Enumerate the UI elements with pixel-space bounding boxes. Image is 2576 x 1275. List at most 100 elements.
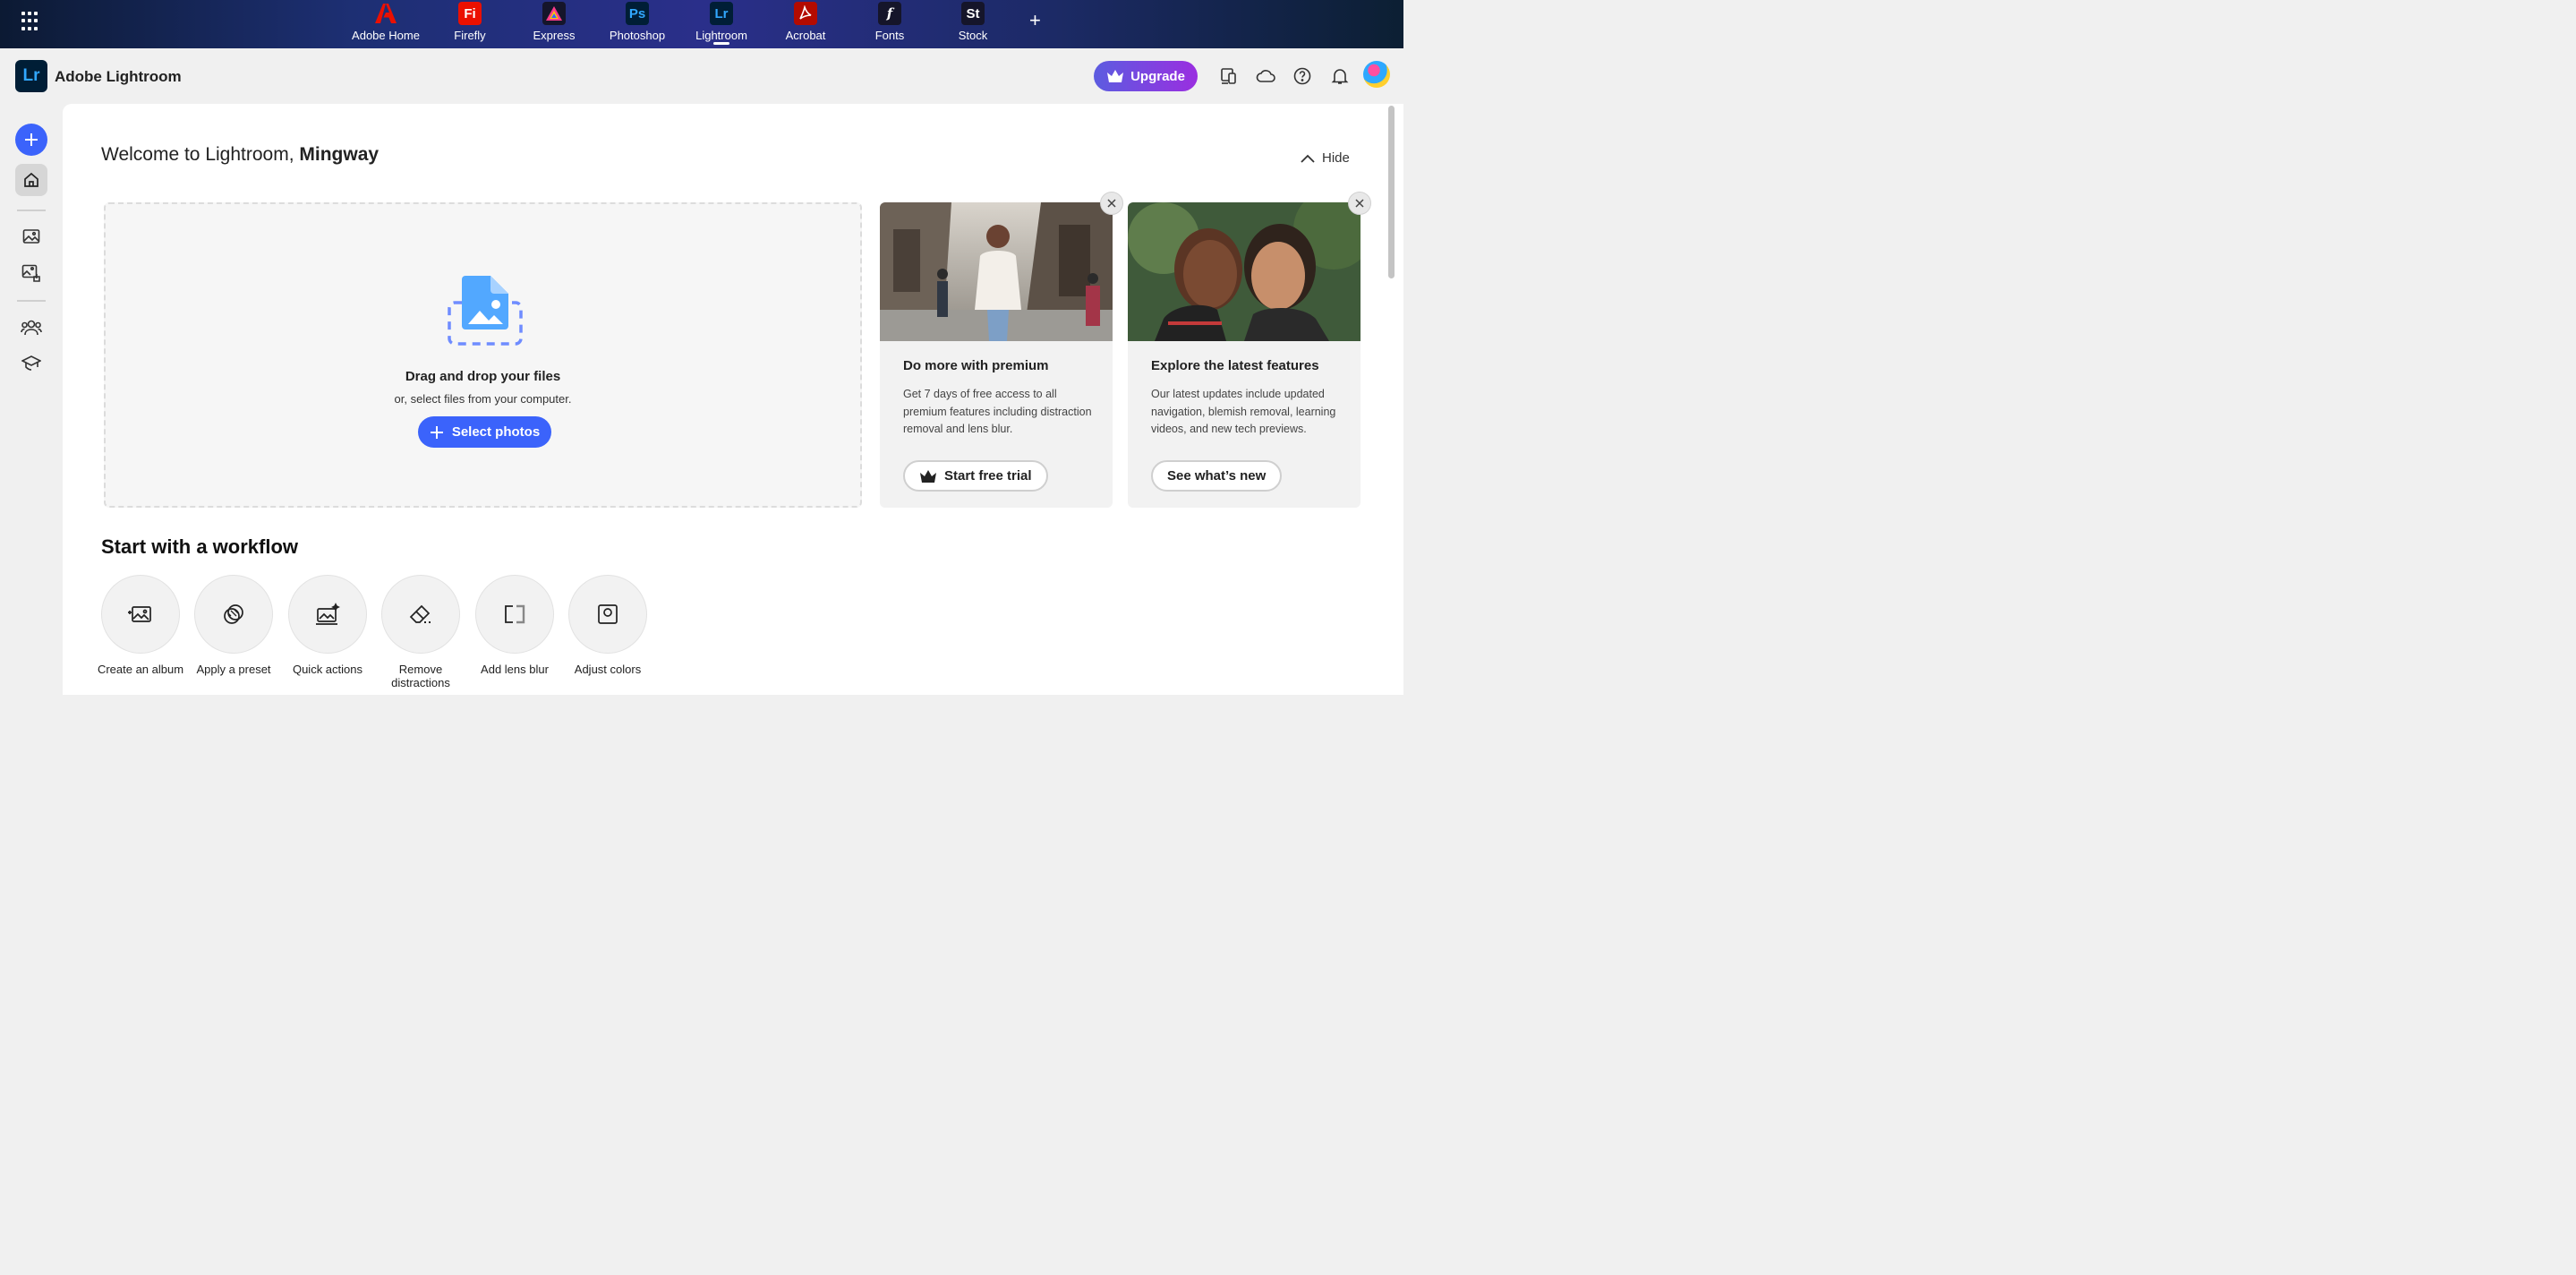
see-whats-new-label: See what’s new	[1167, 468, 1267, 483]
workflow-label: Add lens blur	[481, 663, 549, 676]
workflow-label: Adjust colors	[574, 663, 642, 676]
start-free-trial-label: Start free trial	[944, 468, 1032, 483]
left-navigation-rail	[0, 104, 63, 695]
rail-shared-photos-button[interactable]	[15, 257, 47, 289]
lens-blur-icon	[505, 604, 525, 624]
app-label: Stock	[958, 29, 988, 42]
photos-icon	[22, 229, 40, 244]
app-label: Adobe Home	[352, 29, 420, 42]
crown-icon	[1107, 70, 1124, 82]
welcome-prefix: Welcome to Lightroom,	[101, 144, 294, 165]
rail-photos-button[interactable]	[15, 220, 47, 252]
app-lightroom[interactable]: Lr Lightroom	[679, 0, 763, 48]
home-main-panel: Welcome to Lightroom, Mingway Hide Drag …	[63, 104, 1386, 695]
quick-actions-icon	[316, 603, 340, 625]
file-drop-zone[interactable]: Drag and drop your files or, select file…	[104, 202, 862, 508]
acrobat-icon	[794, 2, 817, 25]
premium-promo-card: Do more with premium Get 7 days of free …	[880, 202, 1113, 508]
app-label: Photoshop	[609, 29, 666, 42]
user-name: Mingway	[299, 144, 380, 165]
two-friends-photo	[1128, 202, 1361, 341]
help-icon[interactable]	[1292, 65, 1313, 87]
workflow-create-album[interactable]: Create an album	[87, 575, 194, 676]
rail-home-button[interactable]	[15, 164, 47, 196]
app-fonts[interactable]: f Fonts	[848, 0, 932, 48]
notifications-bell-icon[interactable]	[1329, 65, 1351, 87]
app-grid-icon[interactable]	[21, 12, 41, 31]
upgrade-label: Upgrade	[1130, 68, 1185, 84]
app-label: Acrobat	[785, 29, 826, 42]
see-whats-new-button[interactable]: See what’s new	[1151, 460, 1283, 492]
select-photos-button[interactable]: Select photos	[418, 416, 551, 448]
app-label: Fonts	[874, 29, 905, 42]
user-avatar[interactable]	[1363, 61, 1390, 88]
lightroom-logo: Lr	[15, 60, 47, 92]
adjust-colors-icon	[598, 604, 618, 624]
workflow-apply-preset[interactable]: Apply a preset	[180, 575, 287, 676]
cloud-icon[interactable]	[1255, 65, 1276, 87]
rail-learn-button[interactable]	[15, 347, 47, 380]
app-acrobat[interactable]: Acrobat	[763, 0, 848, 48]
card-title: Explore the latest features	[1151, 358, 1319, 373]
workflow-quick-actions[interactable]: Quick actions	[274, 575, 381, 676]
adobe-app-switcher-bar: Adobe Home Fi Firefly Express Ps Photosh…	[0, 0, 1403, 48]
rail-divider	[17, 300, 46, 302]
app-adobe-home[interactable]: Adobe Home	[344, 0, 428, 48]
add-app-icon[interactable]: +	[1029, 11, 1041, 30]
close-premium-card-icon[interactable]	[1100, 192, 1123, 215]
home-icon	[24, 172, 38, 187]
drop-zone-subtitle: or, select files from your computer.	[394, 392, 572, 406]
workflow-add-lens-blur[interactable]: Add lens blur	[461, 575, 568, 676]
latest-features-card: Explore the latest features Our latest u…	[1128, 202, 1361, 508]
plus-icon	[25, 133, 38, 146]
app-label: Firefly	[454, 29, 486, 42]
workflow-section-title: Start with a workflow	[101, 535, 299, 558]
scrollbar-thumb[interactable]	[1388, 106, 1395, 278]
lightroom-icon: Lr	[710, 2, 733, 25]
workflow-adjust-colors[interactable]: Adjust colors	[554, 575, 661, 676]
start-free-trial-button[interactable]: Start free trial	[903, 460, 1048, 492]
app-photoshop[interactable]: Ps Photoshop	[595, 0, 679, 48]
workflow-label: Quick actions	[292, 663, 363, 676]
adobe-icon	[374, 2, 397, 25]
learn-graduation-cap-icon	[21, 355, 41, 371]
app-firefly[interactable]: Fi Firefly	[428, 0, 512, 48]
hide-label: Hide	[1322, 150, 1350, 166]
app-title: Adobe Lightroom	[55, 68, 182, 85]
close-features-card-icon[interactable]	[1348, 192, 1371, 215]
rail-divider	[17, 210, 46, 211]
stock-icon: St	[961, 2, 985, 25]
workflow-remove-distractions[interactable]: Remove distractions	[367, 575, 474, 689]
community-icon	[21, 320, 42, 336]
welcome-heading: Welcome to Lightroom, Mingway	[101, 144, 379, 166]
plus-icon	[430, 425, 443, 439]
hide-welcome-button[interactable]: Hide	[1301, 150, 1350, 166]
card-body: Our latest updates include updated navig…	[1151, 388, 1336, 435]
express-icon	[542, 2, 566, 25]
app-label: Lightroom	[695, 29, 747, 42]
upgrade-button[interactable]: Upgrade	[1094, 61, 1198, 91]
card-body: Get 7 days of free access to all premium…	[903, 388, 1092, 435]
app-stock[interactable]: St Stock	[931, 0, 1015, 48]
photoshop-icon: Ps	[626, 2, 649, 25]
create-album-icon	[128, 606, 151, 622]
workflow-label: Apply a preset	[196, 663, 271, 676]
add-button[interactable]	[15, 124, 47, 156]
rail-community-button[interactable]	[15, 312, 47, 344]
devices-icon[interactable]	[1218, 65, 1240, 87]
select-photos-label: Select photos	[451, 424, 541, 440]
upload-image-illustration-icon	[448, 276, 523, 346]
shared-photos-icon	[21, 264, 40, 282]
street-woman-photo	[880, 202, 1113, 341]
card-title: Do more with premium	[903, 358, 1049, 373]
preset-icon	[224, 604, 243, 624]
firefly-icon: Fi	[458, 2, 482, 25]
app-express[interactable]: Express	[512, 0, 596, 48]
crown-icon	[920, 469, 936, 483]
vertical-scrollbar[interactable]	[1386, 104, 1403, 695]
fonts-icon: f	[878, 2, 901, 25]
app-header: Lr Adobe Lightroom Upgrade	[0, 48, 1403, 104]
workflow-label: Remove distractions	[391, 663, 450, 689]
app-label: Express	[533, 29, 576, 42]
drop-zone-title: Drag and drop your files	[405, 369, 561, 384]
